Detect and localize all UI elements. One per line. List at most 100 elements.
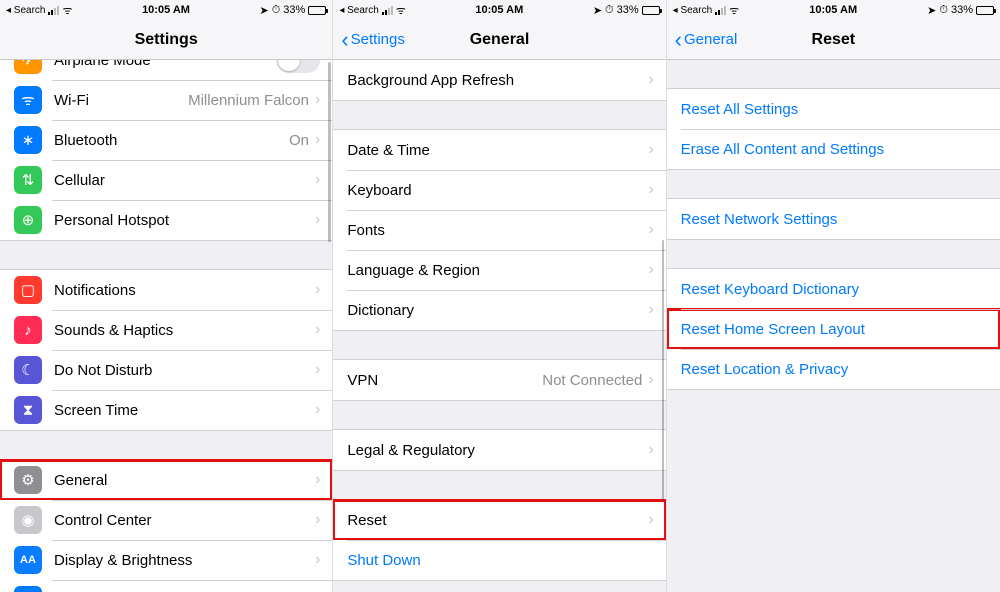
settings-row[interactable]: ▢Notifications› <box>0 270 332 310</box>
chevron-right-icon: › <box>315 171 320 189</box>
row-label: Reset All Settings <box>681 101 988 118</box>
row-icon: ✈︎ <box>14 60 42 74</box>
row-label: Airplane Mode <box>54 60 276 69</box>
row-label: Reset Home Screen Layout <box>681 321 988 338</box>
settings-row[interactable]: AADisplay & Brightness› <box>0 540 332 580</box>
settings-row[interactable]: ᯤ Wi-FiMillennium Falcon › <box>0 80 332 120</box>
settings-row[interactable]: Reset Keyboard Dictionary <box>667 269 1000 309</box>
settings-row[interactable]: Date & Time› <box>333 130 665 170</box>
row-label: Shut Down <box>347 552 653 569</box>
settings-row[interactable]: ⧗Screen Time› <box>0 390 332 430</box>
scroll-indicator[interactable] <box>662 240 665 500</box>
row-icon: ⊞ <box>14 586 42 592</box>
row-icon: ⚙ <box>14 466 42 494</box>
chevron-right-icon: › <box>315 401 320 419</box>
row-icon: ▢ <box>14 276 42 304</box>
settings-row[interactable]: ⇅Cellular› <box>0 160 332 200</box>
settings-row[interactable]: Fonts› <box>333 210 665 250</box>
scroll-indicator[interactable] <box>328 62 331 242</box>
settings-row[interactable]: ✈︎ Airplane Mode <box>0 60 332 80</box>
nav-bar: ‹General Reset <box>667 20 1000 60</box>
chevron-right-icon: › <box>315 321 320 339</box>
settings-row[interactable]: Language & Region› <box>333 250 665 290</box>
settings-row[interactable]: Keyboard› <box>333 170 665 210</box>
nav-back-button[interactable]: ‹General <box>675 31 738 49</box>
row-value: On <box>289 132 309 149</box>
chevron-right-icon: › <box>648 181 653 199</box>
settings-row[interactable]: ∗BluetoothOn› <box>0 120 332 160</box>
wifi-icon: ᯤ <box>729 3 739 18</box>
settings-row[interactable]: Dictionary› <box>333 290 665 330</box>
row-value: Millennium Falcon <box>188 92 309 109</box>
settings-row[interactable]: ♪ Sounds & Haptics› <box>0 310 332 350</box>
settings-row[interactable]: Reset Location & Privacy <box>667 349 1000 389</box>
chevron-right-icon: › <box>648 141 653 159</box>
alarm-icon: ⏱ <box>272 4 281 17</box>
row-label: Display & Brightness <box>54 552 315 569</box>
row-label: Wi-Fi <box>54 92 188 109</box>
row-icon: ∗ <box>14 126 42 154</box>
chevron-right-icon: › <box>648 371 653 389</box>
battery-icon <box>642 6 660 15</box>
row-label: Legal & Regulatory <box>347 442 648 459</box>
signal-icon <box>715 6 726 15</box>
chevron-right-icon: › <box>315 281 320 299</box>
row-label: Fonts <box>347 222 648 239</box>
screen-settings: ◂ Search ᯤ 10:05 AM ➤ ⏱ 33% Settings ✈︎ A… <box>0 0 333 592</box>
row-icon: ♪ <box>14 316 42 344</box>
chevron-right-icon: › <box>315 91 320 109</box>
settings-row[interactable]: Legal & Regulatory› <box>333 430 665 470</box>
page-title: Settings <box>135 31 198 49</box>
settings-row[interactable]: ⚙General› <box>0 460 332 500</box>
location-icon: ➤ <box>927 4 936 17</box>
page-title: Reset <box>812 31 856 49</box>
battery-pct: 33% <box>951 4 973 16</box>
chevron-right-icon: › <box>315 211 320 229</box>
settings-row[interactable]: Background App Refresh› <box>333 60 665 100</box>
location-icon: ➤ <box>259 4 268 17</box>
row-label: Control Center <box>54 512 315 529</box>
row-label: Personal Hotspot <box>54 212 315 229</box>
settings-row[interactable]: VPNNot Connected› <box>333 360 665 400</box>
row-label: Erase All Content and Settings <box>681 141 988 158</box>
nav-bar: Settings <box>0 20 332 60</box>
screen-general: ◂ Search ᯤ 10:05 AM ➤ ⏱ 33% ‹Settings Ge… <box>333 0 666 592</box>
chevron-right-icon: › <box>315 551 320 569</box>
row-label: Screen Time <box>54 402 315 419</box>
settings-row[interactable]: ☾Do Not Disturb› <box>0 350 332 390</box>
toggle-switch[interactable] <box>276 60 320 73</box>
row-icon: ᯤ <box>14 86 42 114</box>
row-label: Keyboard <box>347 182 648 199</box>
chevron-right-icon: › <box>648 71 653 89</box>
back-to-app[interactable]: ◂ Search <box>339 5 378 16</box>
status-time: 10:05 AM <box>475 4 523 16</box>
row-label: Bluetooth <box>54 132 289 149</box>
settings-row[interactable]: ⊞Home Screen› <box>0 580 332 592</box>
row-label: VPN <box>347 372 542 389</box>
settings-row[interactable]: Reset Network Settings <box>667 199 1000 239</box>
row-label: Reset <box>347 512 648 529</box>
settings-row[interactable]: Shut Down <box>333 540 665 580</box>
row-icon: ☾ <box>14 356 42 384</box>
row-label: Reset Keyboard Dictionary <box>681 281 988 298</box>
settings-row[interactable]: ◉Control Center› <box>0 500 332 540</box>
settings-row[interactable]: Erase All Content and Settings <box>667 129 1000 169</box>
row-label: Reset Location & Privacy <box>681 361 988 378</box>
chevron-right-icon: › <box>648 301 653 319</box>
row-icon: ⇅ <box>14 166 42 194</box>
settings-row[interactable]: Reset› <box>333 500 665 540</box>
chevron-left-icon: ‹ <box>675 31 682 49</box>
row-label: Language & Region <box>347 262 648 279</box>
settings-row[interactable]: Reset Home Screen Layout <box>667 309 1000 349</box>
settings-row[interactable]: Reset All Settings <box>667 89 1000 129</box>
row-label: Dictionary <box>347 302 648 319</box>
nav-bar: ‹Settings General <box>333 20 665 60</box>
back-to-app[interactable]: ◂ Search <box>6 5 45 16</box>
row-label: Sounds & Haptics <box>54 322 315 339</box>
nav-back-button[interactable]: ‹Settings <box>341 31 405 49</box>
chevron-right-icon: › <box>648 261 653 279</box>
status-bar: ◂ Search ᯤ 10:05 AM ➤ ⏱ 33% <box>0 0 332 20</box>
chevron-right-icon: › <box>648 441 653 459</box>
back-to-app[interactable]: ◂ Search <box>673 5 712 16</box>
settings-row[interactable]: ⊕Personal Hotspot› <box>0 200 332 240</box>
